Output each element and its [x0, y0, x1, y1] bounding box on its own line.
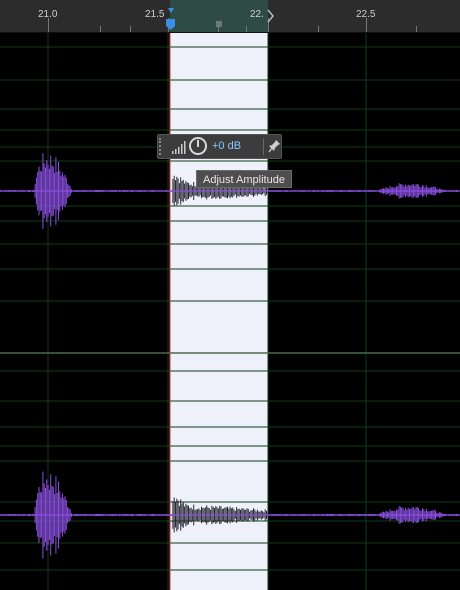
amplitude-hud: +0 dB [157, 134, 282, 159]
timeline-center-marker-icon[interactable] [216, 21, 222, 27]
playhead-marker-icon[interactable] [166, 8, 175, 30]
amplitude-value[interactable]: +0 dB [212, 140, 241, 152]
hud-drag-handle[interactable] [159, 138, 167, 155]
pin-icon[interactable] [268, 138, 282, 155]
volume-knob-icon[interactable] [189, 137, 207, 155]
hud-separator [263, 138, 264, 155]
tooltip: Adjust Amplitude [196, 170, 292, 188]
selection-region[interactable] [170, 33, 268, 590]
timeline-ruler[interactable]: 21.0 21.5 22. 22.5 [0, 0, 460, 33]
waveform-display[interactable] [0, 33, 460, 590]
level-meter-icon [172, 141, 186, 154]
selection-end-handle-icon[interactable] [267, 9, 274, 23]
